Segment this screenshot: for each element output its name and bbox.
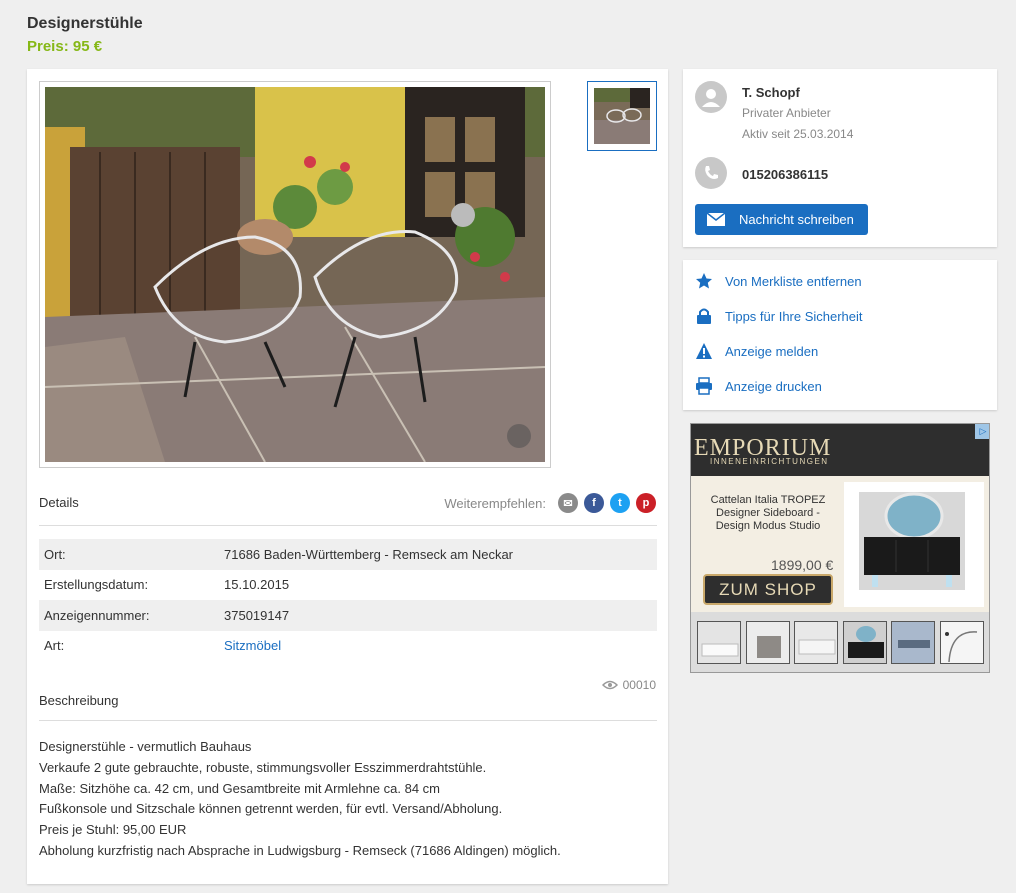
eye-icon	[601, 680, 618, 690]
share-bar: Weiterempfehlen: ✉ f t p	[444, 493, 656, 513]
row-key: Erstellungsdatum:	[44, 577, 149, 593]
row-value: 71686 Baden-Württemberg - Remseck am Nec…	[224, 546, 514, 562]
ad-thumbnails	[691, 612, 989, 672]
write-message-label: Nachricht schreiben	[739, 212, 854, 227]
page-title: Designerstühle	[27, 15, 143, 32]
email-share-icon[interactable]: ✉	[558, 493, 578, 513]
chairs-photo	[45, 87, 545, 462]
action-label: Anzeige melden	[725, 343, 819, 359]
ad-brand-sub: INNENEINRICHTUNGEN	[710, 457, 829, 466]
listing-card: Details Weiterempfehlen: ✉ f t p Ort: 71…	[27, 69, 668, 884]
photo-thumbnail[interactable]	[587, 81, 657, 151]
action-label: Von Merkliste entfernen	[725, 273, 862, 289]
action-label: Tipps für Ihre Sicherheit	[725, 308, 863, 324]
description-line: Verkaufe 2 gute gebrauchte, robuste, sti…	[39, 759, 487, 775]
details-table: Ort: 71686 Baden-Württemberg - Remseck a…	[39, 539, 657, 661]
avatar	[695, 81, 727, 113]
row-key: Art:	[44, 638, 65, 654]
row-key: Anzeigennummer:	[44, 607, 150, 623]
description-line: Fußkonsole und Sitzschale können getrenn…	[39, 801, 503, 817]
category-link[interactable]: Sitzmöbel	[224, 638, 281, 653]
write-message-button[interactable]: Nachricht schreiben	[695, 204, 868, 235]
view-count: 00010	[622, 678, 656, 692]
ad-body: Cattelan Italia TROPEZ Designer Sideboar…	[691, 476, 989, 612]
action-label: Anzeige drucken	[725, 378, 822, 394]
seller-name[interactable]: T. Schopf	[742, 85, 800, 100]
ad-shop-button[interactable]: ZUM SHOP	[703, 574, 833, 605]
pinterest-share-icon[interactable]: p	[636, 493, 656, 513]
table-row: Art: Sitzmöbel	[39, 631, 657, 662]
ad-header: EMPORIUM INNENEINRICHTUNGEN ▷	[691, 424, 989, 476]
seller-type: Privater Anbieter	[742, 106, 831, 120]
user-icon	[702, 89, 720, 107]
lock-icon	[695, 307, 713, 325]
details-heading: Details	[39, 495, 79, 510]
table-row: Erstellungsdatum: 15.10.2015	[39, 570, 657, 601]
facebook-share-icon[interactable]: f	[584, 493, 604, 513]
divider	[39, 525, 657, 526]
zoom-icon[interactable]	[507, 424, 531, 448]
view-counter: 00010	[601, 678, 656, 692]
ad-product-image[interactable]	[844, 482, 984, 607]
description-line: Maße: Sitzhöhe ca. 42 cm, und Gesamtbrei…	[39, 780, 441, 796]
ad-thumbnail[interactable]	[843, 621, 887, 664]
price-label: Preis: 95 €	[27, 38, 103, 55]
ad-thumbnail[interactable]	[940, 621, 984, 664]
safety-tips-link[interactable]: Tipps für Ihre Sicherheit	[695, 307, 863, 325]
description-heading: Beschreibung	[39, 693, 119, 708]
row-value: 375019147	[224, 607, 290, 623]
printer-icon	[695, 377, 713, 395]
seller-card: T. Schopf Privater Anbieter Aktiv seit 2…	[683, 69, 997, 247]
phone-number[interactable]: 015206386115	[742, 167, 828, 182]
advertisement-banner[interactable]: EMPORIUM INNENEINRICHTUNGEN ▷ Cattelan I…	[690, 423, 990, 673]
warning-icon	[695, 342, 713, 360]
description-line: Designerstühle - vermutlich Bauhaus	[39, 739, 252, 754]
report-ad-link[interactable]: Anzeige melden	[695, 342, 818, 360]
table-row: Ort: 71686 Baden-Württemberg - Remseck a…	[39, 539, 657, 570]
ad-thumbnail[interactable]	[794, 621, 838, 664]
description-line: Preis je Stuhl: 95,00 EUR	[39, 822, 187, 838]
phone-icon	[695, 157, 727, 189]
ad-thumbnail[interactable]	[746, 621, 790, 664]
seller-since: Aktiv seit 25.03.2014	[742, 127, 854, 141]
ad-product-text: Cattelan Italia TROPEZ Designer Sideboar…	[710, 494, 826, 532]
share-label: Weiterempfehlen:	[444, 495, 546, 511]
envelope-icon	[707, 213, 725, 226]
listing-photo[interactable]	[45, 87, 545, 462]
ad-thumbnail[interactable]	[697, 621, 741, 664]
divider	[39, 720, 657, 721]
ad-price: 1899,00 €	[771, 557, 834, 573]
remove-watchlist-link[interactable]: Von Merkliste entfernen	[695, 272, 862, 290]
twitter-share-icon[interactable]: t	[610, 493, 630, 513]
thumbnail-image	[594, 88, 650, 144]
description-line: Abholung kurzfristig nach Absprache in L…	[39, 842, 561, 858]
row-value: 15.10.2015	[224, 577, 290, 593]
description-text: Designerstühle - vermutlich Bauhaus Verk…	[39, 737, 561, 862]
row-key: Ort:	[44, 546, 66, 562]
star-icon	[695, 272, 713, 290]
table-row: Anzeigennummer: 375019147	[39, 600, 657, 631]
actions-card: Von Merkliste entfernen Tipps für Ihre S…	[683, 260, 997, 410]
ad-thumbnail[interactable]	[891, 621, 935, 664]
print-ad-link[interactable]: Anzeige drucken	[695, 377, 822, 395]
main-image-frame[interactable]	[39, 81, 551, 468]
adchoices-icon[interactable]: ▷	[975, 424, 989, 439]
